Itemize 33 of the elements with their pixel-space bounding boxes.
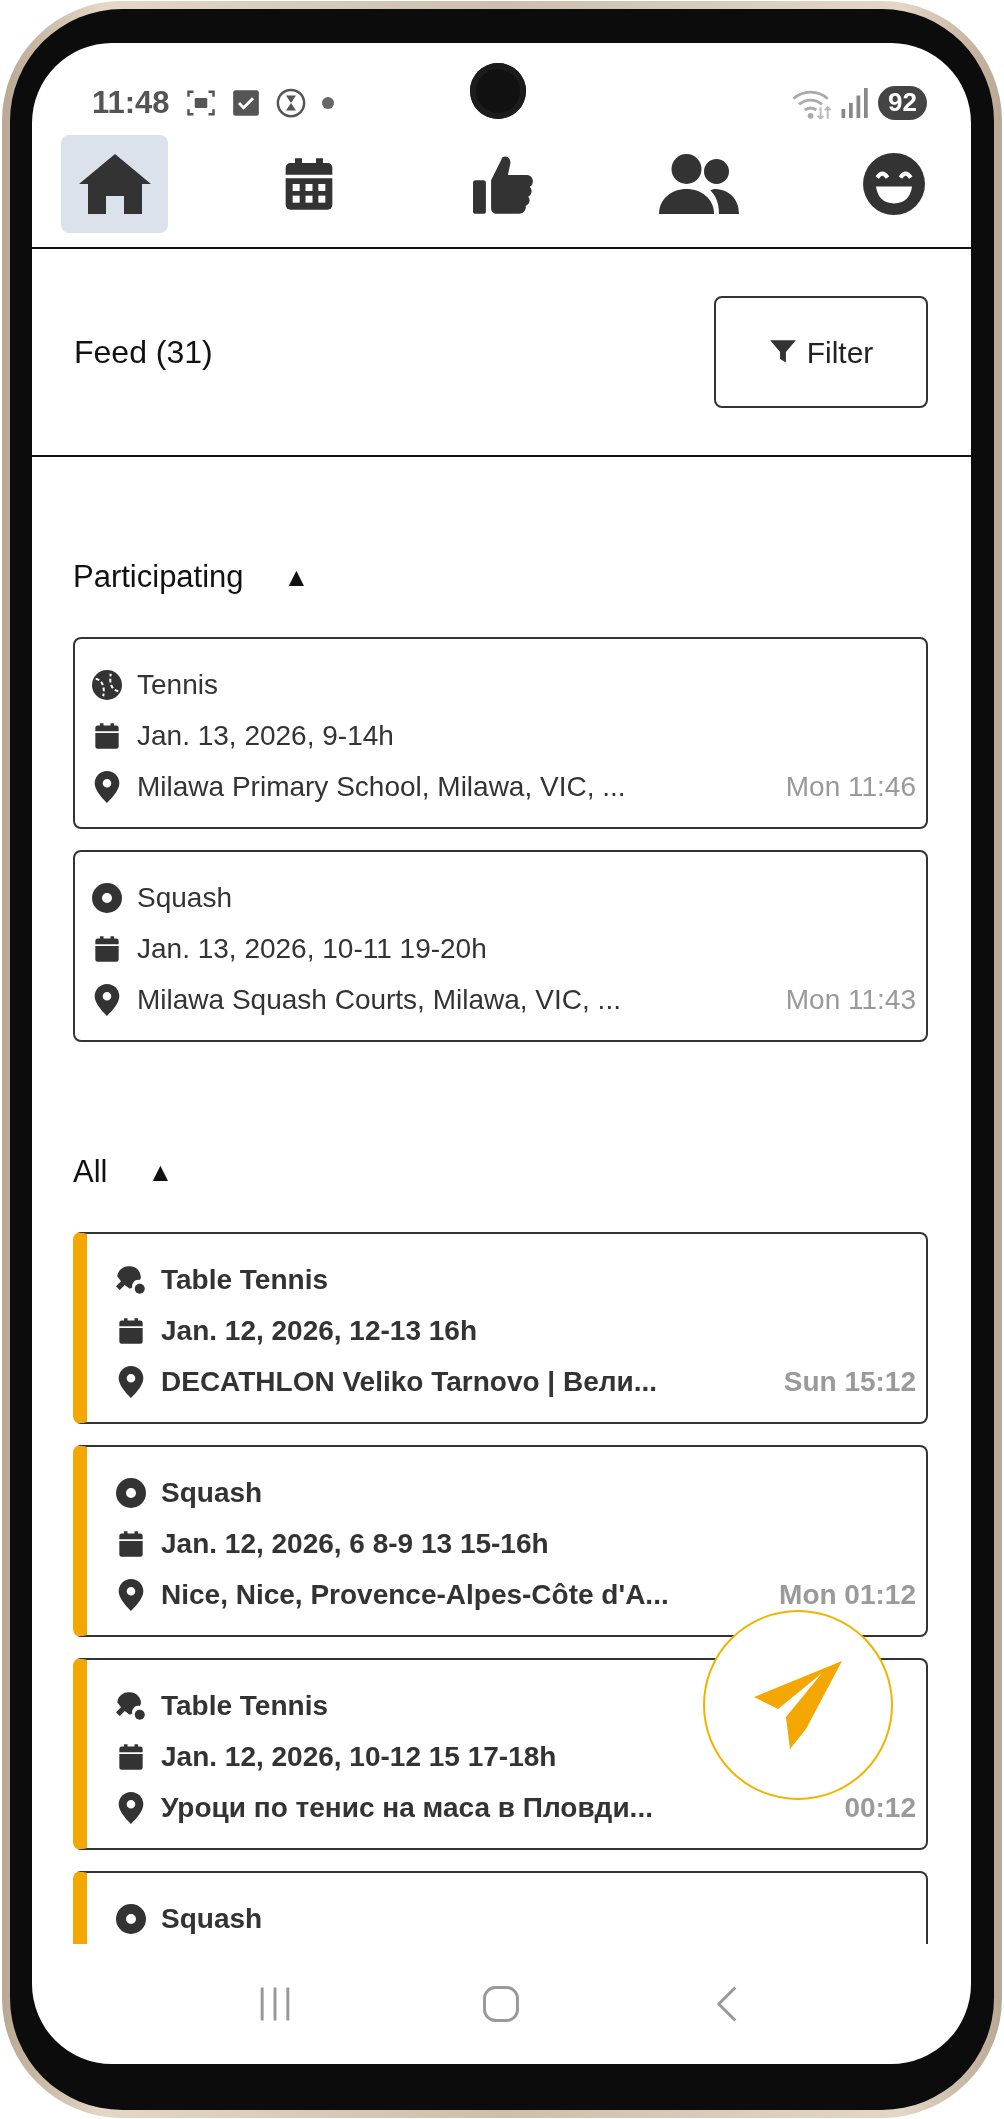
posted-time: 00:12 <box>843 1790 916 1825</box>
event-location: Nice, Nice, Provence-Alpes-Côte d'A... <box>161 1577 669 1612</box>
event-location: DECATHLON Veliko Tarnovo | Вели... <box>161 1364 658 1399</box>
event-card[interactable]: Table Tennis Jan. 12, 2026, 12-13 16h DECATHLON Veliko Tarnovo | Вели... Sun 15:12 <box>73 1232 928 1424</box>
event-card[interactable]: Squash Jan. 13, 2026, 10-11 19-20h Milawa Squash Courts, Milawa, VIC, ... Mon 11:43 <box>73 850 928 1042</box>
sport-name: Tennis <box>137 667 218 702</box>
posted-time: Mon 11:43 <box>784 982 916 1017</box>
event-location: Уроци по тенис на маса в Пловди... <box>161 1790 653 1825</box>
posted-time: Sun 15:12 <box>782 1364 916 1399</box>
section-title: All <box>73 1152 108 1191</box>
battery-level: 92 <box>878 86 927 120</box>
event-date: Jan. 13, 2026, 9-14h <box>137 718 394 753</box>
status-time: 11:48 <box>92 83 170 122</box>
event-date: Jan. 12, 2026, 10-12 15 17-18h <box>161 1739 557 1774</box>
sport-name: Squash <box>161 1901 263 1936</box>
posted-time: Mon 11:46 <box>784 769 916 804</box>
sport-name: Squash <box>161 1475 263 1510</box>
collapse-toggle[interactable]: ▲ <box>283 557 310 597</box>
sport-name: Table Tennis <box>161 1262 328 1297</box>
event-location: Milawa Primary School, Milawa, VIC, ... <box>137 769 626 804</box>
sport-name: Table Tennis <box>161 1688 328 1723</box>
sport-name: Squash <box>137 880 232 915</box>
event-date: Jan. 13, 2026, 10-11 19-20h <box>137 931 487 966</box>
event-date: Jan. 12, 2026, 12-13 16h <box>161 1313 477 1348</box>
section-title: Participating <box>73 557 244 596</box>
event-location: Milawa Squash Courts, Milawa, VIC, ... <box>137 982 621 1017</box>
event-card[interactable]: Squash <box>73 1871 928 1944</box>
collapse-toggle[interactable]: ▲ <box>147 1152 174 1192</box>
event-card[interactable]: Tennis Jan. 13, 2026, 9-14h Milawa Primary School, Milawa, VIC, ... Mon 11:46 <box>73 637 928 829</box>
event-date: Jan. 12, 2026, 6 8-9 13 15-16h <box>161 1526 549 1561</box>
posted-time: Mon 01:12 <box>778 1577 916 1612</box>
feed-title: Feed (31) <box>74 333 213 372</box>
filter-button[interactable]: Filter <box>714 296 928 408</box>
